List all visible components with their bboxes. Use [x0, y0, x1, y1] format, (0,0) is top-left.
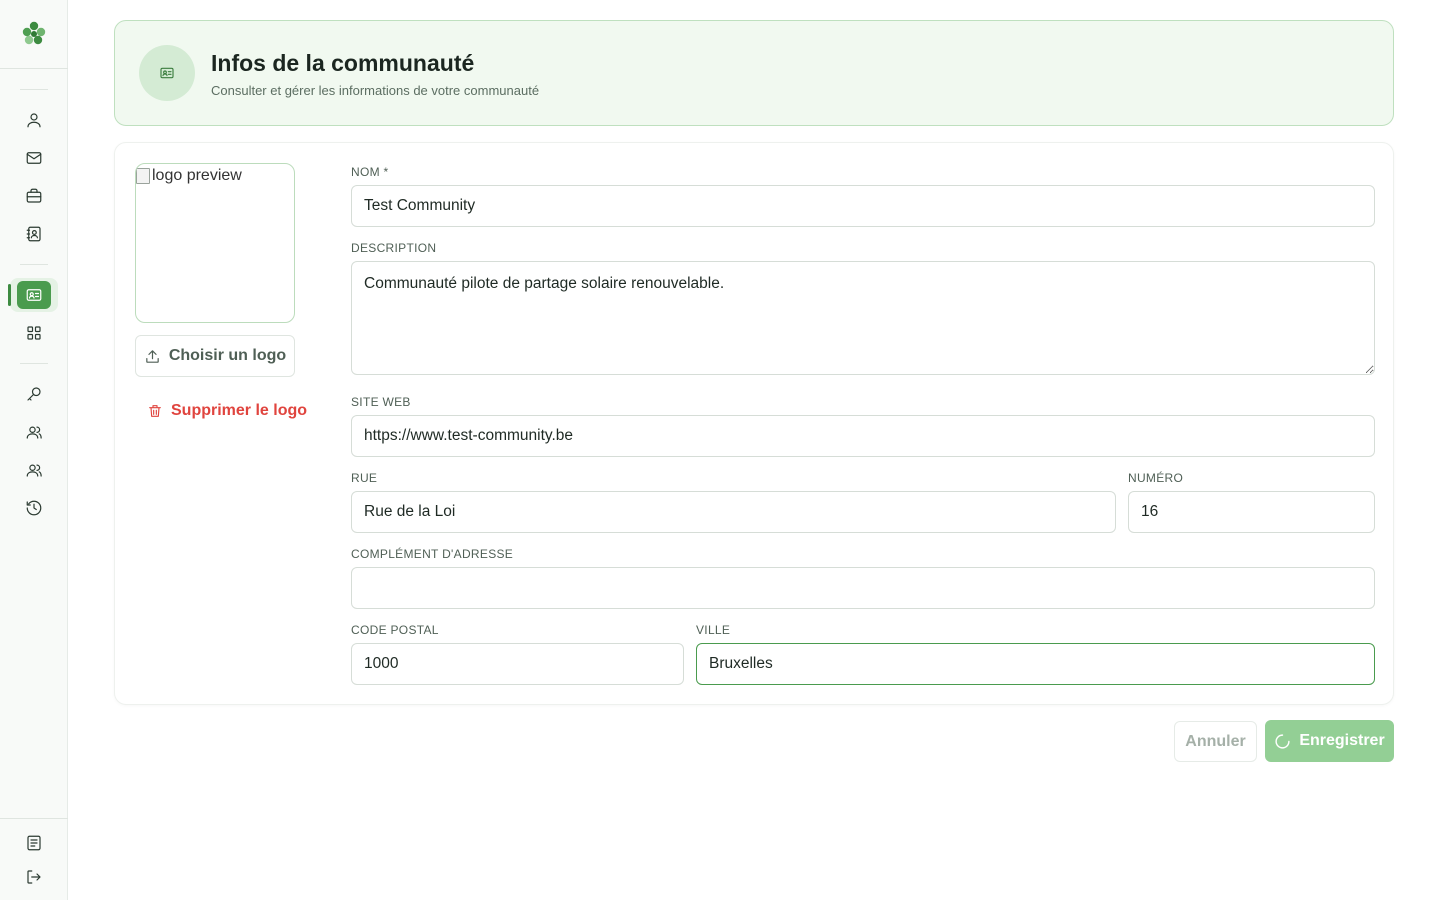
sidebar-item-mail[interactable]	[16, 142, 52, 174]
save-button[interactable]: Enregistrer	[1265, 720, 1394, 762]
community-info-form: logo preview Choisir un logo Supprimer l…	[114, 142, 1394, 705]
choose-logo-button[interactable]: Choisir un logo	[135, 335, 295, 377]
code-postal-label: CODE POSTAL	[351, 623, 439, 637]
ville-label: VILLE	[696, 623, 731, 637]
numero-field[interactable]	[1128, 491, 1375, 533]
contact-book-icon	[26, 226, 41, 242]
numero-label: NUMÉRO	[1128, 471, 1184, 485]
delete-logo-label: Supprimer le logo	[171, 402, 308, 419]
sidebar-item-briefcase[interactable]	[16, 180, 52, 212]
broken-image-placeholder: logo preview	[136, 167, 242, 185]
spinner-icon	[1275, 733, 1290, 749]
complement-field[interactable]	[351, 567, 1375, 609]
id-card-icon	[160, 67, 174, 79]
rue-field[interactable]	[351, 491, 1116, 533]
logout-icon	[27, 870, 41, 884]
users-alt-icon	[26, 464, 42, 477]
sidebar-item-apps[interactable]	[16, 317, 52, 349]
sidebar	[0, 0, 68, 900]
sidebar-item-contacts[interactable]	[16, 218, 52, 250]
logo-preview-alt: logo preview	[152, 167, 242, 184]
cancel-button[interactable]: Annuler	[1174, 721, 1257, 762]
id-card-icon	[26, 289, 42, 301]
sidebar-item-docs[interactable]	[16, 827, 52, 859]
clover-logo-icon[interactable]	[20, 19, 48, 47]
sidebar-item-history[interactable]	[16, 492, 52, 524]
description-field[interactable]: Communauté pilote de partage solaire ren…	[351, 261, 1375, 375]
site-web-label: SITE WEB	[351, 395, 411, 409]
choose-logo-label: Choisir un logo	[168, 347, 287, 364]
sidebar-divider	[0, 68, 68, 69]
rue-label: RUE	[351, 471, 378, 485]
complement-label: COMPLÉMENT D'ADRESSE	[351, 547, 514, 561]
sidebar-divider	[20, 264, 48, 265]
logo-preview: logo preview	[135, 163, 295, 323]
sidebar-item-keys[interactable]	[16, 378, 52, 410]
trash-icon	[149, 405, 161, 417]
site-web-field[interactable]	[351, 415, 1375, 457]
users-icon	[26, 426, 42, 439]
page-header: Infos de la communauté Consulter et gére…	[114, 20, 1394, 126]
key-icon	[27, 387, 41, 401]
save-label: Enregistrer	[1299, 732, 1385, 749]
delete-logo-button[interactable]: Supprimer le logo	[147, 398, 307, 424]
sidebar-item-community-info[interactable]	[8, 278, 58, 312]
user-icon	[27, 113, 41, 128]
sidebar-item-members[interactable]	[16, 416, 52, 448]
nom-label: NOM *	[351, 165, 389, 179]
sidebar-divider	[0, 818, 68, 819]
page-title: Infos de la communauté	[211, 50, 475, 76]
history-icon	[26, 500, 42, 516]
document-icon	[27, 835, 41, 851]
description-label: DESCRIPTION	[351, 241, 437, 255]
ville-field[interactable]	[696, 643, 1375, 685]
broken-image-icon	[136, 168, 150, 184]
header-icon-badge	[139, 45, 195, 101]
briefcase-icon	[26, 188, 42, 203]
sidebar-divider	[20, 89, 48, 90]
sidebar-item-logout[interactable]	[16, 861, 52, 893]
mail-icon	[26, 152, 42, 164]
grid-icon	[27, 326, 41, 340]
sidebar-item-user[interactable]	[16, 104, 52, 136]
upload-icon	[146, 349, 159, 363]
cancel-label: Annuler	[1185, 732, 1246, 750]
sidebar-divider	[20, 363, 48, 364]
code-postal-field[interactable]	[351, 643, 684, 685]
page-subtitle: Consulter et gérer les informations de v…	[211, 83, 540, 98]
nom-field[interactable]	[351, 185, 1375, 227]
sidebar-item-groups[interactable]	[16, 454, 52, 486]
